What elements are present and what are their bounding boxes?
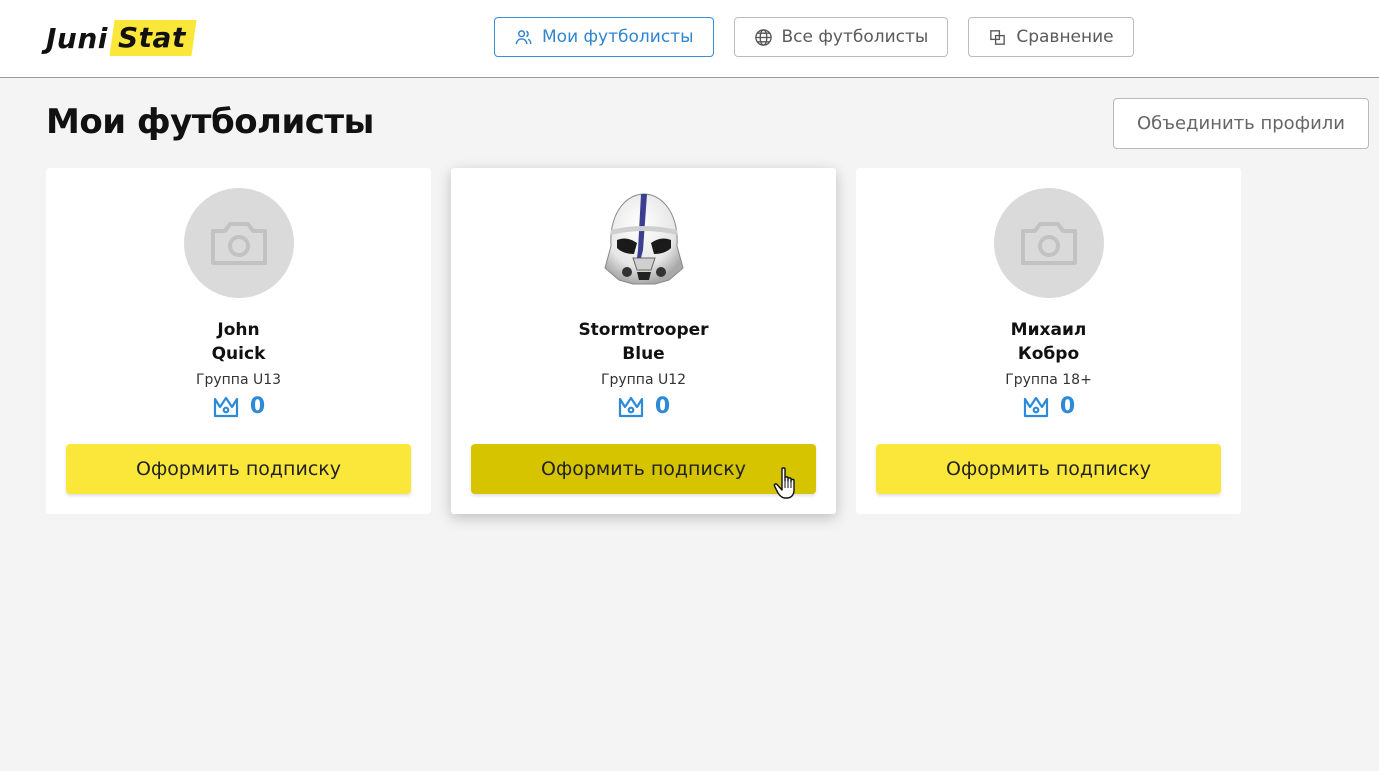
player-first-name: Stormtrooper bbox=[578, 320, 709, 340]
score-value: 0 bbox=[1059, 394, 1076, 419]
logo-text-juni: Juni bbox=[46, 21, 108, 55]
avatar bbox=[588, 188, 699, 298]
nav-my-players-label: Мои футболисты bbox=[542, 27, 694, 47]
subscribe-button[interactable]: Оформить подписку bbox=[471, 444, 816, 494]
merge-profiles-button[interactable]: Объединить профили bbox=[1113, 98, 1369, 149]
player-card[interactable]: Михаил Кобро Группа 18+ 0 Оформить подпи… bbox=[856, 168, 1241, 514]
globe-icon bbox=[754, 28, 772, 46]
stormtrooper-helmet-icon bbox=[603, 193, 684, 285]
users-icon bbox=[515, 29, 532, 44]
nav-all-players-label: Все футболисты bbox=[781, 27, 929, 47]
player-score: 0 bbox=[451, 394, 836, 419]
crown-icon bbox=[1023, 396, 1048, 417]
nav-compare-label: Сравнение bbox=[1016, 27, 1114, 47]
nav-all-players[interactable]: Все футболисты bbox=[733, 17, 949, 57]
crown-icon bbox=[213, 396, 238, 417]
player-group: Группа 18+ bbox=[1005, 372, 1092, 388]
main-nav: Мои футболисты Все футболисты Сравнение bbox=[494, 17, 1134, 57]
player-name: Stormtrooper Blue bbox=[451, 318, 836, 366]
subscribe-button[interactable]: Оформить подписку bbox=[876, 444, 1221, 494]
avatar bbox=[183, 188, 294, 298]
player-cards: John Quick Группа U13 0 Оформить подписк… bbox=[46, 168, 1241, 514]
score-value: 0 bbox=[654, 394, 671, 419]
player-score: 0 bbox=[856, 394, 1241, 419]
player-group: Группа U13 bbox=[195, 372, 282, 388]
hand-cursor-icon bbox=[773, 467, 795, 499]
camera-icon bbox=[210, 222, 267, 265]
player-card[interactable]: Stormtrooper Blue Группа U12 0 Оформить … bbox=[451, 168, 836, 514]
nav-compare[interactable]: Сравнение bbox=[968, 17, 1134, 57]
player-group: Группа U12 bbox=[600, 372, 687, 388]
player-name: Михаил Кобро bbox=[856, 318, 1241, 366]
top-header: Juni Stat Мои футболисты Все футболисты bbox=[0, 0, 1379, 78]
player-name: John Quick bbox=[46, 318, 431, 366]
logo-text-stat: Stat bbox=[117, 21, 186, 54]
page-title: Мои футболисты bbox=[46, 102, 374, 142]
player-last-name: Blue bbox=[622, 344, 665, 364]
nav-my-players[interactable]: Мои футболисты bbox=[494, 17, 714, 57]
crown-icon bbox=[618, 396, 643, 417]
player-card[interactable]: John Quick Группа U13 0 Оформить подписк… bbox=[46, 168, 431, 514]
score-value: 0 bbox=[249, 394, 266, 419]
logo-badge-stat: Stat bbox=[109, 20, 197, 56]
player-first-name: Михаил bbox=[1010, 320, 1087, 340]
avatar bbox=[993, 188, 1104, 298]
camera-icon bbox=[1020, 222, 1077, 265]
player-last-name: Quick bbox=[211, 344, 266, 364]
subscribe-button[interactable]: Оформить подписку bbox=[66, 444, 411, 494]
juni-stat-logo[interactable]: Juni Stat bbox=[46, 18, 197, 58]
player-first-name: John bbox=[217, 320, 260, 340]
compare-icon bbox=[990, 29, 1006, 45]
player-score: 0 bbox=[46, 394, 431, 419]
player-last-name: Кобро bbox=[1017, 344, 1080, 364]
